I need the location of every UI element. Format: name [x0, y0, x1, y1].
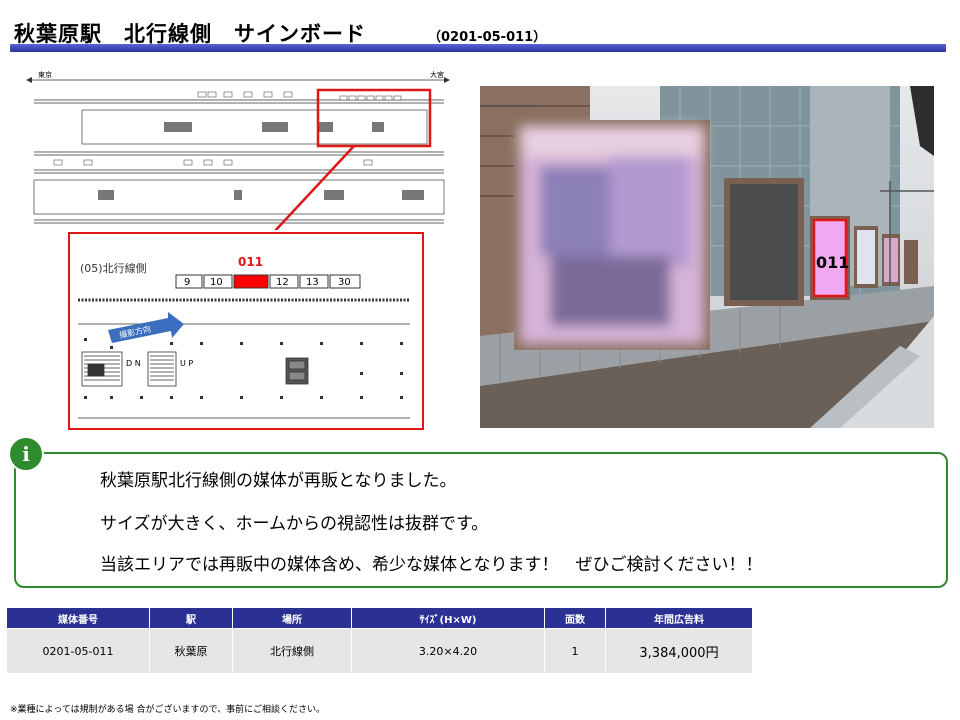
media-code: （0201-05-011）	[428, 30, 547, 45]
table-header-row: 媒体番号 駅 場所 ｻｲｽﾞ(H×W) 面数 年間広告料	[6, 607, 753, 629]
board-5	[884, 238, 898, 282]
cell-annual-fee: 3,384,000円	[605, 628, 753, 674]
footnote: ※業種によっては規制がある場 合がございますので、事前にご相談ください。	[10, 705, 325, 715]
blurred-ad	[520, 126, 704, 344]
col-header-size: ｻｲｽﾞ(H×W)	[351, 607, 545, 629]
cell-size: 3.20×4.20	[351, 628, 545, 674]
board-cell-highlight	[233, 274, 269, 289]
zoom-detail-drawing: (05)北行線側 011 9 10 12 13 30 撮影方向 D N U P	[78, 255, 410, 419]
down-label: D N	[126, 359, 141, 368]
stairs-up	[147, 351, 177, 387]
signboard-photo: 011	[480, 86, 934, 428]
col-header-media-number: 媒体番号	[6, 607, 150, 629]
station-map: 東京 大宮	[24, 70, 452, 233]
stairs-center	[285, 357, 309, 385]
col-header-annual-fee: 年間広告料	[605, 607, 753, 629]
board-number: 9	[184, 277, 190, 288]
zoom-detail: (05)北行線側 011 9 10 12 13 30 撮影方向 D N U P	[68, 232, 424, 430]
left-arrow-head	[26, 77, 32, 83]
col-header-location: 場所	[232, 607, 352, 629]
platform-label: (05)北行線側	[80, 261, 147, 275]
col-header-count: 面数	[544, 607, 606, 629]
photo-board-label: 011	[816, 253, 849, 272]
cell-location: 北行線側	[232, 628, 352, 674]
info-line: 秋葉原駅北行線側の媒体が再販となりました。	[100, 471, 457, 491]
map-right-label: 大宮	[430, 70, 444, 79]
board-4	[857, 230, 875, 284]
info-line: サイズが大きく、ホームからの視認性は抜群です。	[100, 514, 489, 534]
photo-drawing: 011	[480, 86, 934, 428]
info-icon: i	[8, 436, 44, 472]
info-line: 当該エリアでは再販中の媒体含め、希少な媒体となります！ ぜひご検討ください！！	[100, 555, 763, 575]
right-arrow-head	[444, 77, 450, 83]
pillar-dots	[84, 338, 403, 399]
board-number: 12	[276, 277, 289, 288]
cell-count: 1	[544, 628, 606, 674]
board-strip: 9 10 12 13 30	[175, 274, 361, 289]
map-left-label: 東京	[38, 70, 52, 79]
board-number: 13	[306, 277, 319, 288]
board-frame-6	[904, 240, 918, 284]
stairs-down	[81, 351, 123, 387]
col-header-station: 駅	[149, 607, 233, 629]
board-number: 30	[338, 277, 351, 288]
up-label: U P	[180, 359, 193, 368]
title-underline-bar	[10, 44, 946, 52]
table-row: 0201-05-011 秋葉原 北行線側 3.20×4.20 1 3,384,0…	[6, 628, 753, 674]
cell-station: 秋葉原	[149, 628, 233, 674]
station-map-drawing: 東京 大宮	[26, 70, 450, 233]
media-table: 媒体番号 駅 場所 ｻｲｽﾞ(H×W) 面数 年間広告料 0201-05-011…	[6, 607, 753, 674]
cell-media-number: 0201-05-011	[6, 628, 150, 674]
board-number: 10	[210, 277, 223, 288]
board-dark	[730, 184, 798, 300]
highlight-number: 011	[238, 255, 263, 269]
highlight-boards	[339, 95, 402, 101]
